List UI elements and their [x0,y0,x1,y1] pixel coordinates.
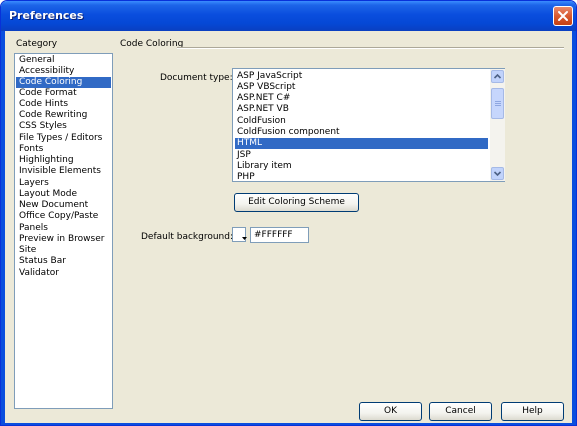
doc-type-coldfusion[interactable]: ColdFusion [235,116,488,127]
cancel-button[interactable]: Cancel [429,402,492,421]
scroll-up-button[interactable] [491,70,504,83]
scroll-grip-line [495,105,501,106]
category-list[interactable]: General Accessibility Code Coloring Code… [14,53,113,409]
doc-type-coldfusion-component[interactable]: ColdFusion component [235,127,488,138]
doc-type-library-item[interactable]: Library item [235,161,488,172]
sidebar-item-panels[interactable]: Panels [16,223,111,234]
scroll-down-button[interactable] [491,167,504,180]
document-type-label: Document type: [160,73,233,83]
doc-type-jsp[interactable]: JSP [235,150,488,161]
help-button[interactable]: Help [501,402,564,421]
sidebar-item-code-rewriting[interactable]: Code Rewriting [16,110,111,121]
edit-coloring-scheme-button[interactable]: Edit Coloring Scheme [234,193,359,212]
sidebar-item-code-coloring[interactable]: Code Coloring [16,77,111,88]
document-type-scrollbar[interactable] [490,69,505,181]
scroll-grip-line [495,103,501,104]
sidebar-item-accessibility[interactable]: Accessibility [16,66,111,77]
sidebar-item-layout-mode[interactable]: Layout Mode [16,189,111,200]
doc-type-html[interactable]: HTML [235,138,488,149]
sidebar-item-file-types-editors[interactable]: File Types / Editors [16,133,111,144]
chevron-down-icon [493,171,502,177]
document-type-list[interactable]: ASP JavaScript ASP VBScript ASP.NET C# A… [232,68,505,182]
sidebar-item-preview-in-browser[interactable]: Preview in Browser [16,234,111,245]
sidebar-item-css-styles[interactable]: CSS Styles [16,121,111,132]
chevron-up-icon [493,73,502,79]
window-title: Preferences [9,9,84,22]
sidebar-item-invisible-elements[interactable]: Invisible Elements [16,166,111,177]
window-frame-left [1,31,5,425]
doc-type-php[interactable]: PHP [235,172,488,181]
title-bar[interactable]: Preferences [1,1,576,31]
sidebar-item-code-format[interactable]: Code Format [16,88,111,99]
preferences-dialog: Preferences Category General Accessibili… [0,0,577,426]
doc-type-aspnet-vb[interactable]: ASP.NET VB [235,104,488,115]
section-title: Code Coloring [120,39,184,49]
sidebar-item-office-copy-paste[interactable]: Office Copy/Paste [16,211,111,222]
doc-type-asp-javascript[interactable]: ASP JavaScript [235,71,488,82]
window-frame-right [572,31,576,425]
dropdown-arrow-icon[interactable] [242,235,247,241]
section-divider [177,47,564,49]
default-background-label: Default background: [141,232,234,242]
close-icon [558,11,568,21]
doc-type-aspnet-csharp[interactable]: ASP.NET C# [235,93,488,104]
scroll-thumb[interactable] [491,88,504,119]
sidebar-item-validator[interactable]: Validator [16,268,111,279]
background-hex-field[interactable]: #FFFFFF [250,227,309,243]
ok-button[interactable]: OK [359,402,422,421]
category-heading: Category [16,39,58,49]
sidebar-item-layers[interactable]: Layers [16,178,111,189]
sidebar-item-code-hints[interactable]: Code Hints [16,99,111,110]
sidebar-item-highlighting[interactable]: Highlighting [16,155,111,166]
sidebar-item-fonts[interactable]: Fonts [16,144,111,155]
close-button[interactable] [553,6,573,26]
doc-type-asp-vbscript[interactable]: ASP VBScript [235,82,488,93]
sidebar-item-status-bar[interactable]: Status Bar [16,256,111,267]
sidebar-item-new-document[interactable]: New Document [16,200,111,211]
sidebar-item-site[interactable]: Site [16,245,111,256]
sidebar-item-general[interactable]: General [16,55,111,66]
scroll-grip-line [495,101,501,102]
